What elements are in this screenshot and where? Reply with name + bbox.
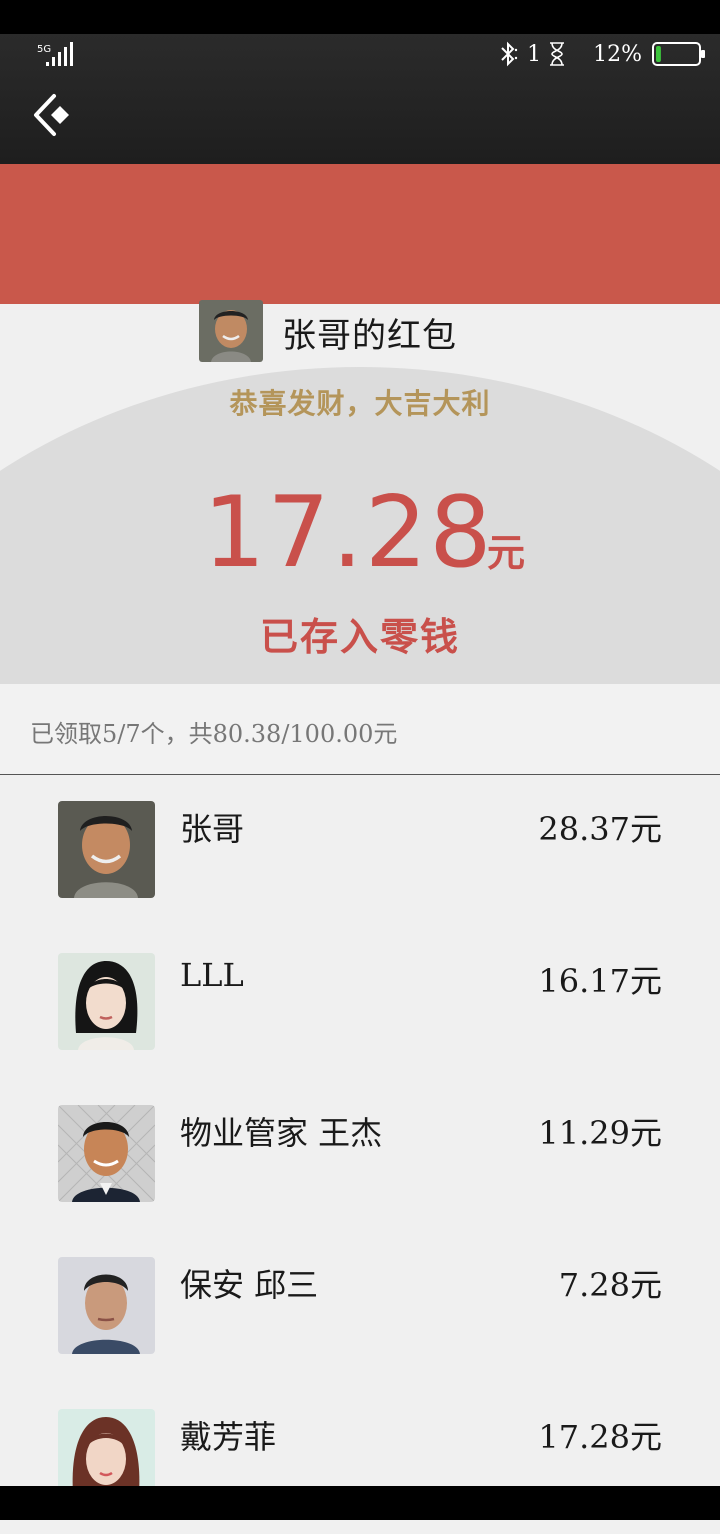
avatar: [58, 953, 155, 1050]
list-item[interactable]: 保安 邱三 7.28元: [0, 1232, 720, 1382]
top-strip: [0, 0, 720, 34]
status-bar: 5G 1 12%: [0, 34, 720, 74]
recipient-amount: 16.17元: [538, 962, 662, 1000]
app-header: 5G 1 12%: [0, 34, 720, 164]
recipient-amount: 7.28元: [558, 1266, 662, 1304]
bluetooth-icon: [501, 41, 518, 67]
list-item[interactable]: LLL 16.17元: [0, 928, 720, 1078]
battery-percent: 12%: [593, 41, 642, 67]
envelope-title: 张哥的红包: [282, 316, 457, 356]
recipient-amount: 28.37元: [538, 810, 662, 848]
avatar: [58, 1257, 155, 1354]
sender-row: 张哥的红包: [0, 300, 720, 362]
saved-to-wallet-link[interactable]: 已存入零钱: [0, 606, 720, 661]
avatar: [58, 1105, 155, 1202]
sender-avatar[interactable]: [199, 300, 263, 362]
greeting-text: 恭喜发财，大吉大利: [229, 387, 491, 420]
avatar: [58, 801, 155, 898]
signal-icon: 5G: [37, 42, 73, 66]
recipient-name: LLL: [180, 956, 244, 994]
bluetooth-count: 1: [527, 41, 542, 67]
recipient-name: 保安 邱三: [180, 1266, 319, 1304]
summary-bar: 已领取5/7个，共80.38/100.00元: [0, 684, 720, 775]
recipient-amount: 11.29元: [538, 1114, 662, 1152]
received-amount: 17.28: [203, 476, 494, 590]
status-right: 1 12%: [497, 38, 720, 70]
recipient-amount: 17.28元: [538, 1418, 662, 1456]
back-chevron-icon[interactable]: [30, 92, 74, 138]
battery-icon: [652, 42, 705, 66]
network-label: 5G: [37, 44, 51, 55]
recipient-name: 物业管家 王杰: [180, 1114, 383, 1152]
list-item[interactable]: 物业管家 王杰 11.29元: [0, 1080, 720, 1230]
amount-unit: 元: [487, 530, 526, 575]
list-item[interactable]: 张哥 28.37元: [0, 776, 720, 926]
hourglass-icon: [550, 42, 565, 66]
recipient-name: 戴芳菲: [180, 1418, 277, 1456]
recipient-name: 张哥: [180, 810, 245, 848]
summary-text: 已领取5/7个，共80.38/100.00元: [30, 720, 398, 748]
system-nav-bar: [0, 1486, 720, 1520]
amount-row: 17.28 元: [0, 478, 720, 588]
